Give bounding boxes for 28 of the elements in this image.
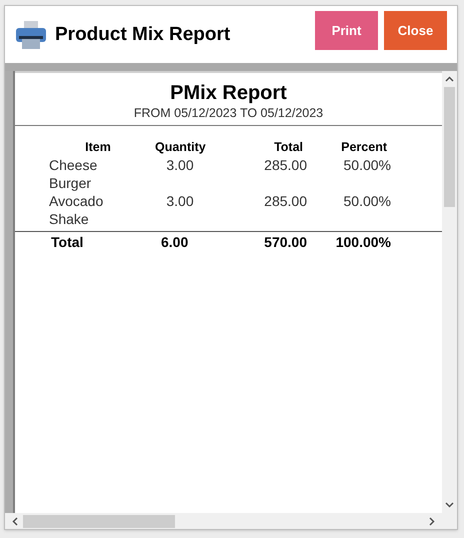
scroll-up-icon[interactable] [445,76,454,82]
total-amount: 570.00 [264,234,307,250]
total-cell: 285.00 [264,157,307,173]
horizontal-scrollbar-thumb[interactable] [23,514,175,528]
column-header: Quantity [155,140,206,154]
total-label: Total [51,234,84,250]
percent-cell: 50.00% [344,193,391,209]
item-cell: Avocado Shake [49,193,104,227]
total-cell: 285.00 [264,193,307,209]
scroll-right-icon[interactable] [429,516,435,526]
percent-cell: 50.00% [344,157,391,173]
column-header: Percent [341,140,387,154]
quantity-cell: 3.00 [166,157,194,173]
printer-icon [15,20,47,50]
column-header: Item [85,140,111,154]
window-title: Product Mix Report [55,23,230,48]
total-percent: 100.00% [336,234,391,250]
scroll-down-icon[interactable] [445,502,454,508]
report-title: PMix Report [169,81,288,105]
total-quantity: 6.00 [161,234,188,250]
report-subtitle: FROM 05/12/2023 TO 05/12/2023 [132,105,324,121]
column-header: Total [274,140,303,154]
print-button[interactable]: Print [315,11,378,50]
vertical-scrollbar-thumb[interactable] [444,87,455,207]
quantity-cell: 3.00 [166,193,194,209]
item-cell: Cheese Burger [49,157,98,191]
close-button[interactable]: Close [384,11,447,50]
scroll-left-icon[interactable] [12,516,18,526]
